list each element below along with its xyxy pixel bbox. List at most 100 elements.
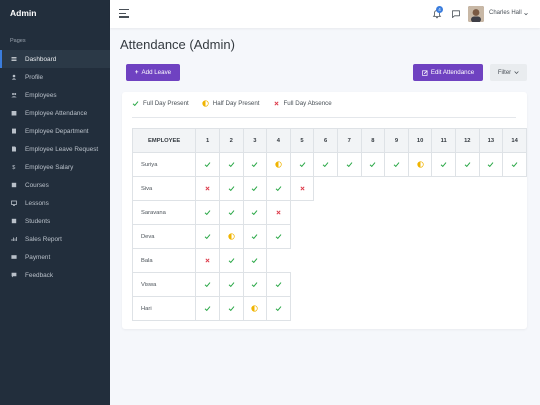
attendance-cell[interactable] [289, 176, 315, 201]
brand-logo-text[interactable]: Admin [0, 0, 110, 28]
half-circle-icon [251, 305, 258, 312]
check-icon [370, 162, 376, 168]
day-column-header: 14 [502, 128, 527, 153]
sidebar-item-feedback[interactable]: Feedback [0, 266, 110, 284]
attendance-cell[interactable] [195, 296, 220, 321]
empty-cell [290, 201, 314, 225]
sidebar-item-employee-salary[interactable]: $ Employee Salary [0, 158, 110, 176]
attendance-cell[interactable] [195, 200, 220, 225]
half-circle-icon [228, 233, 235, 240]
attendance-cell[interactable] [431, 152, 456, 177]
empty-cell [361, 225, 385, 249]
attendance-cell[interactable] [218, 152, 244, 177]
attendance-cell[interactable] [242, 272, 268, 297]
sidebar-item-courses[interactable]: Courses [0, 176, 110, 194]
employee-name[interactable]: Siva [131, 176, 197, 201]
attendance-cell[interactable] [242, 200, 268, 225]
check-icon [440, 162, 447, 168]
attendance-cell[interactable] [266, 200, 291, 225]
employee-name[interactable]: Deva [131, 224, 197, 249]
attendance-cell[interactable] [407, 152, 433, 177]
add-leave-button[interactable]: + Add Leave [126, 64, 180, 81]
check-icon [251, 234, 258, 240]
attendance-cell[interactable] [195, 272, 220, 297]
check-icon [204, 210, 211, 216]
attendance-cell[interactable] [384, 152, 409, 177]
employee-name[interactable]: Viswa [131, 272, 197, 297]
day-column-header: 11 [431, 128, 456, 153]
sidebar-item-dashboard[interactable]: Dashboard [0, 50, 110, 68]
sidebar-item-employee-leave-request[interactable]: Employee Leave Request [0, 140, 110, 158]
attendance-cell[interactable] [218, 296, 244, 321]
attendance-cell[interactable] [218, 176, 244, 201]
check-icon [251, 210, 258, 216]
sidebar-item-employee-department[interactable]: Employee Department [0, 122, 110, 140]
attendance-cell[interactable] [266, 272, 291, 297]
edit-attendance-button[interactable]: Edit Attendance [413, 64, 483, 81]
employee-name[interactable]: Hari [131, 296, 197, 321]
attendance-cell[interactable] [218, 200, 244, 225]
check-icon [346, 162, 353, 168]
user-avatar[interactable] [468, 6, 484, 22]
attendance-cell[interactable] [242, 248, 268, 273]
attendance-cell[interactable] [266, 224, 291, 249]
message-icon[interactable] [451, 9, 461, 19]
users-icon [10, 91, 18, 99]
empty-cell [385, 201, 409, 225]
sidebar-item-lessons[interactable]: Lessons [0, 194, 110, 212]
sidebar-item-employee-attendance[interactable]: Employee Attendance [0, 104, 110, 122]
empty-cell [337, 273, 361, 297]
attendance-cell[interactable] [242, 176, 268, 201]
sidebar-section-label: Pages [10, 38, 26, 44]
attendance-cell[interactable] [313, 152, 338, 177]
sidebar-item-sales-report[interactable]: Sales Report [0, 230, 110, 248]
sidebar-item-label: Employees [25, 91, 57, 99]
comment-icon [10, 271, 18, 279]
sidebar-item-profile[interactable]: Profile [0, 68, 110, 86]
attendance-cell[interactable] [195, 248, 220, 273]
credit-card-icon [10, 253, 18, 261]
empty-cell [432, 297, 456, 321]
employee-name[interactable]: Saravana [131, 200, 197, 225]
empty-cell [455, 297, 479, 321]
table-header-row: EMPLOYEE 1 2 3 4 5 6 7 8 9 10 11 12 13 14 [131, 128, 527, 153]
sidebar-item-label: Employee Attendance [25, 109, 88, 117]
empty-cell [503, 297, 527, 321]
sidebar-item-students[interactable]: Students [0, 212, 110, 230]
sliders-icon [10, 55, 18, 63]
attendance-cell[interactable] [360, 152, 386, 177]
user-icon [10, 73, 18, 81]
employee-name[interactable]: Suriya [131, 152, 197, 177]
filter-dropdown[interactable]: Filter [490, 64, 527, 81]
attendance-cell[interactable] [289, 152, 315, 177]
chevron-down-icon[interactable] [524, 12, 528, 16]
attendance-cell[interactable] [266, 176, 291, 201]
attendance-cell[interactable] [336, 152, 362, 177]
attendance-cell[interactable] [502, 152, 527, 177]
x-icon [276, 210, 281, 215]
attendance-cell[interactable] [218, 272, 244, 297]
attendance-cell[interactable] [242, 224, 268, 249]
attendance-cell[interactable] [218, 224, 244, 249]
attendance-cell[interactable] [195, 152, 220, 177]
attendance-cell[interactable] [266, 152, 291, 177]
employee-name[interactable]: Bala [131, 248, 197, 273]
day-column-header: 2 [218, 128, 244, 153]
attendance-cell[interactable] [195, 176, 220, 201]
sidebar-item-employees[interactable]: Employees [0, 86, 110, 104]
empty-cell [314, 177, 338, 201]
user-name[interactable]: Charles Hall [489, 10, 522, 16]
empty-cell [479, 273, 503, 297]
attendance-cell[interactable] [454, 152, 480, 177]
sidebar-item-payment[interactable]: Payment [0, 248, 110, 266]
attendance-cell[interactable] [478, 152, 504, 177]
attendance-cell[interactable] [266, 296, 291, 321]
hamburger-menu-icon[interactable] [119, 9, 129, 18]
check-icon [228, 282, 235, 288]
attendance-cell[interactable] [195, 224, 220, 249]
plus-icon: + [134, 69, 139, 76]
attendance-cell[interactable] [218, 248, 244, 273]
attendance-cell[interactable] [242, 296, 268, 321]
attendance-cell[interactable] [242, 152, 268, 177]
book-icon [10, 181, 18, 189]
